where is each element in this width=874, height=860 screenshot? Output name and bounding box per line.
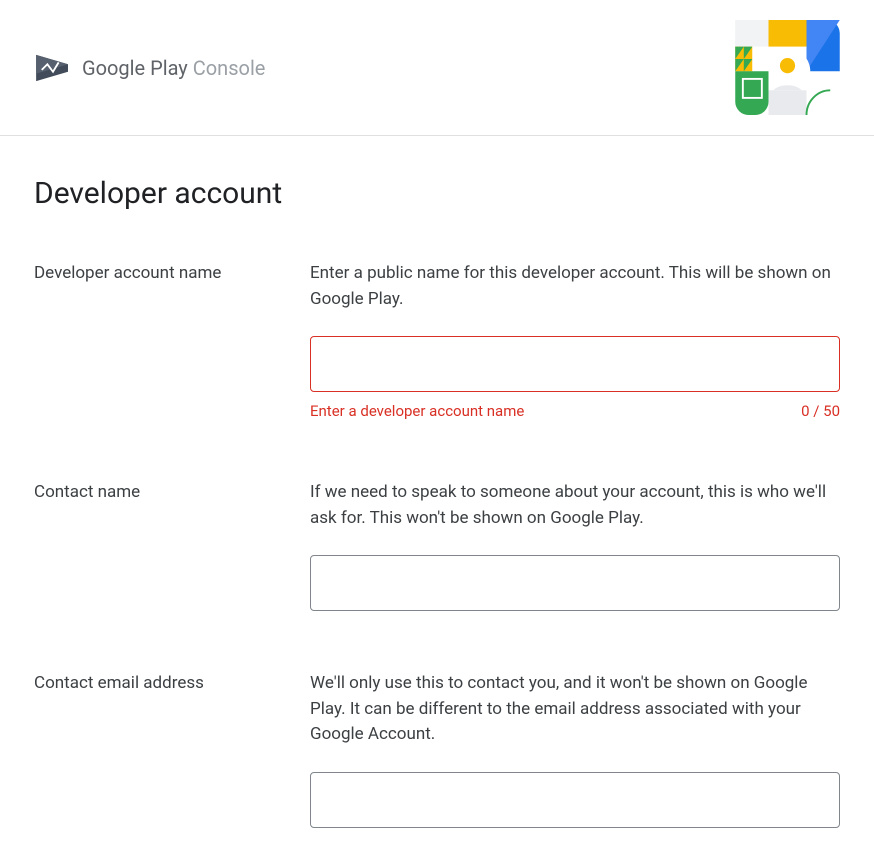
help-contact-email: We'll only use this to contact you, and …	[310, 671, 840, 748]
help-contact-name: If we need to speak to someone about you…	[310, 480, 840, 531]
header-illustration	[735, 20, 840, 115]
brand-secondary: Console	[188, 56, 266, 80]
label-account-name: Developer account name	[34, 263, 310, 283]
label-contact-name: Contact name	[34, 482, 310, 502]
brand-text: Google Play Console	[82, 56, 265, 80]
input-contact-name[interactable]	[310, 555, 840, 611]
header: Google Play Console	[0, 0, 874, 136]
brand-logo: Google Play Console	[34, 53, 265, 83]
help-account-name: Enter a public name for this developer a…	[310, 261, 840, 312]
field-contact-name: Contact name If we need to speak to some…	[34, 480, 840, 611]
content: Developer account Developer account name…	[0, 136, 874, 828]
play-console-icon	[34, 53, 72, 83]
input-account-name[interactable]	[310, 336, 840, 392]
error-account-name: Enter a developer account name	[310, 402, 524, 420]
brand-primary: Google Play	[82, 56, 188, 80]
label-contact-email: Contact email address	[34, 673, 310, 693]
field-account-name: Developer account name Enter a public na…	[34, 261, 840, 420]
page-title: Developer account	[34, 176, 840, 211]
input-contact-email[interactable]	[310, 772, 840, 828]
field-contact-email: Contact email address We'll only use thi…	[34, 671, 840, 828]
counter-account-name: 0 / 50	[801, 402, 840, 420]
